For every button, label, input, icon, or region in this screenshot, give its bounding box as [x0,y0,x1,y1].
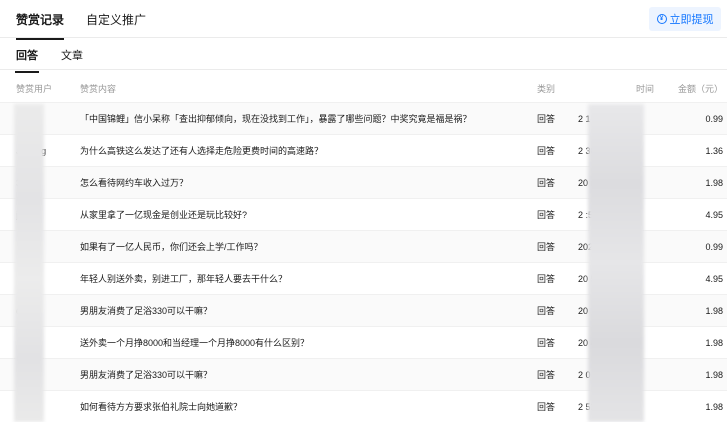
reward-user[interactable]: 3 [16,167,76,199]
table-header: 赞赏用户 赞赏内容 类别 时间 金额（元） [0,70,727,102]
reward-amount: 4.95 [705,274,723,284]
reward-type: 回答 [537,146,556,156]
tab-articles[interactable]: 文章 [61,47,83,63]
reward-user[interactable]: q [16,295,76,327]
tab-answers[interactable]: 回答 [15,47,39,73]
reward-content-link[interactable]: 如何看待方方要求张伯礼院士向她道歉？ [80,391,520,422]
reward-content-link[interactable]: 年轻人别送外卖，别进工厂，那年轻人要去干什么？ [80,263,520,295]
column-header-amount: 金额（元） [677,84,723,94]
tab-custom-promotion[interactable]: 自定义推广 [86,11,146,28]
reward-user[interactable] [16,327,76,359]
reward-content-link[interactable]: 送外卖一个月挣8000和当经理一个月挣8000有什么区别？ [80,327,520,359]
reward-content-link[interactable]: 从家里拿了一亿现金是创业还是玩比较好? [80,199,520,231]
reward-time: 202 56 [578,242,606,252]
reward-content-link[interactable]: 怎么看待网约车收入过万？ [80,167,520,199]
reward-user[interactable]: ju [16,199,76,231]
reward-time: 20 :26 [578,178,604,188]
reward-time: 2 38 [578,146,596,156]
reward-time: 20 4 [578,338,596,348]
withdraw-button[interactable]: ¥ 立即提现 [649,7,721,31]
table-row: J Wang 为什么高铁这么发达了还有人选择走危险更费时间的高速路？ 回答 2 … [0,134,727,166]
tab-reward-records[interactable]: 赞赏记录 [16,11,65,40]
table-row: 如何看待方方要求张伯礼院士向她道歉？ 回答 2 52 1.98 [0,390,727,422]
reward-amount: 4.95 [705,210,723,220]
table-row: 送外卖一个月挣8000和当经理一个月挣8000有什么区别？ 回答 20 4 1.… [0,326,727,358]
reward-time: 20 5 [578,274,596,284]
reward-user[interactable] [16,231,76,263]
reward-type: 回答 [537,338,556,348]
reward-amount: 1.98 [705,306,723,316]
reward-amount: 1.98 [705,178,723,188]
reward-user[interactable] [16,391,76,422]
reward-type: 回答 [537,274,556,284]
reward-content-link[interactable]: 男朋友消费了足浴330可以干嘛？ [80,359,520,391]
reward-time: 2 0 [578,370,591,380]
column-header-type: 类别 [537,84,556,94]
column-header-user: 赞赏用户 [16,84,53,94]
top-tab-bar: 赞赏记录 自定义推广 ¥ 立即提现 [0,0,727,40]
reward-type: 回答 [537,178,556,188]
reward-time: 20 [578,306,589,316]
reward-type: 回答 [537,114,556,124]
reward-amount: 1.98 [705,338,723,348]
reward-amount: 1.98 [705,370,723,380]
reward-type: 回答 [537,242,556,252]
table-row: 如果有了一亿人民币，你们还会上学/工作吗？ 回答 202 56 0.99 [0,230,727,262]
reward-time: 2 :55 [578,210,599,220]
reward-amount: 0.99 [705,114,723,124]
reward-user[interactable] [16,359,76,391]
reward-amount: 0.99 [705,242,723,252]
table-row: 「中国锦鲤」信小呆称「查出抑郁倾向，现在没找到工作」，暴露了哪些问题？中奖究竟是… [0,102,727,134]
reward-content-link[interactable]: 为什么高铁这么发达了还有人选择走危险更费时间的高速路？ [80,135,520,167]
reward-time: 2 52 [578,402,596,412]
reward-content-link[interactable]: 如果有了一亿人民币，你们还会上学/工作吗？ [80,231,520,263]
reward-type: 回答 [537,210,556,220]
reward-amount: 1.98 [705,402,723,412]
column-header-time: 时间 [636,84,655,94]
reward-type: 回答 [537,402,556,412]
reward-time: 2 1 [578,114,591,124]
reward-amount: 1.36 [705,146,723,156]
column-header-content: 赞赏内容 [80,84,117,94]
reward-table-body: 「中国锦鲤」信小呆称「查出抑郁倾向，现在没找到工作」，暴露了哪些问题？中奖究竟是… [0,102,727,422]
reward-type: 回答 [537,306,556,316]
coin-icon: ¥ [656,14,667,24]
table-row: 3 怎么看待网约车收入过万？ 回答 20 :26 1.98 [0,166,727,198]
table-row: 男朋友消费了足浴330可以干嘛？ 回答 2 0 1.98 [0,358,727,390]
table-row: q 男朋友消费了足浴330可以干嘛？ 回答 20 1.98 [0,294,727,326]
reward-user[interactable] [16,263,76,295]
table-row: ju 从家里拿了一亿现金是创业还是玩比较好? 回答 2 :55 4.95 [0,198,727,230]
reward-content-link[interactable]: 「中国锦鲤」信小呆称「查出抑郁倾向，现在没找到工作」，暴露了哪些问题？中奖究竟是… [80,103,520,135]
reward-type: 回答 [537,370,556,380]
withdraw-button-label: 立即提现 [669,14,714,26]
table-row: 年轻人别送外卖，别进工厂，那年轻人要去干什么？ 回答 20 5 4.95 [0,262,727,294]
reward-content-link[interactable]: 男朋友消费了足浴330可以干嘛？ [80,295,520,327]
sub-tab-bar: 回答 文章 [0,38,727,73]
reward-user[interactable]: J Wang [16,135,76,167]
reward-user[interactable] [16,103,76,135]
